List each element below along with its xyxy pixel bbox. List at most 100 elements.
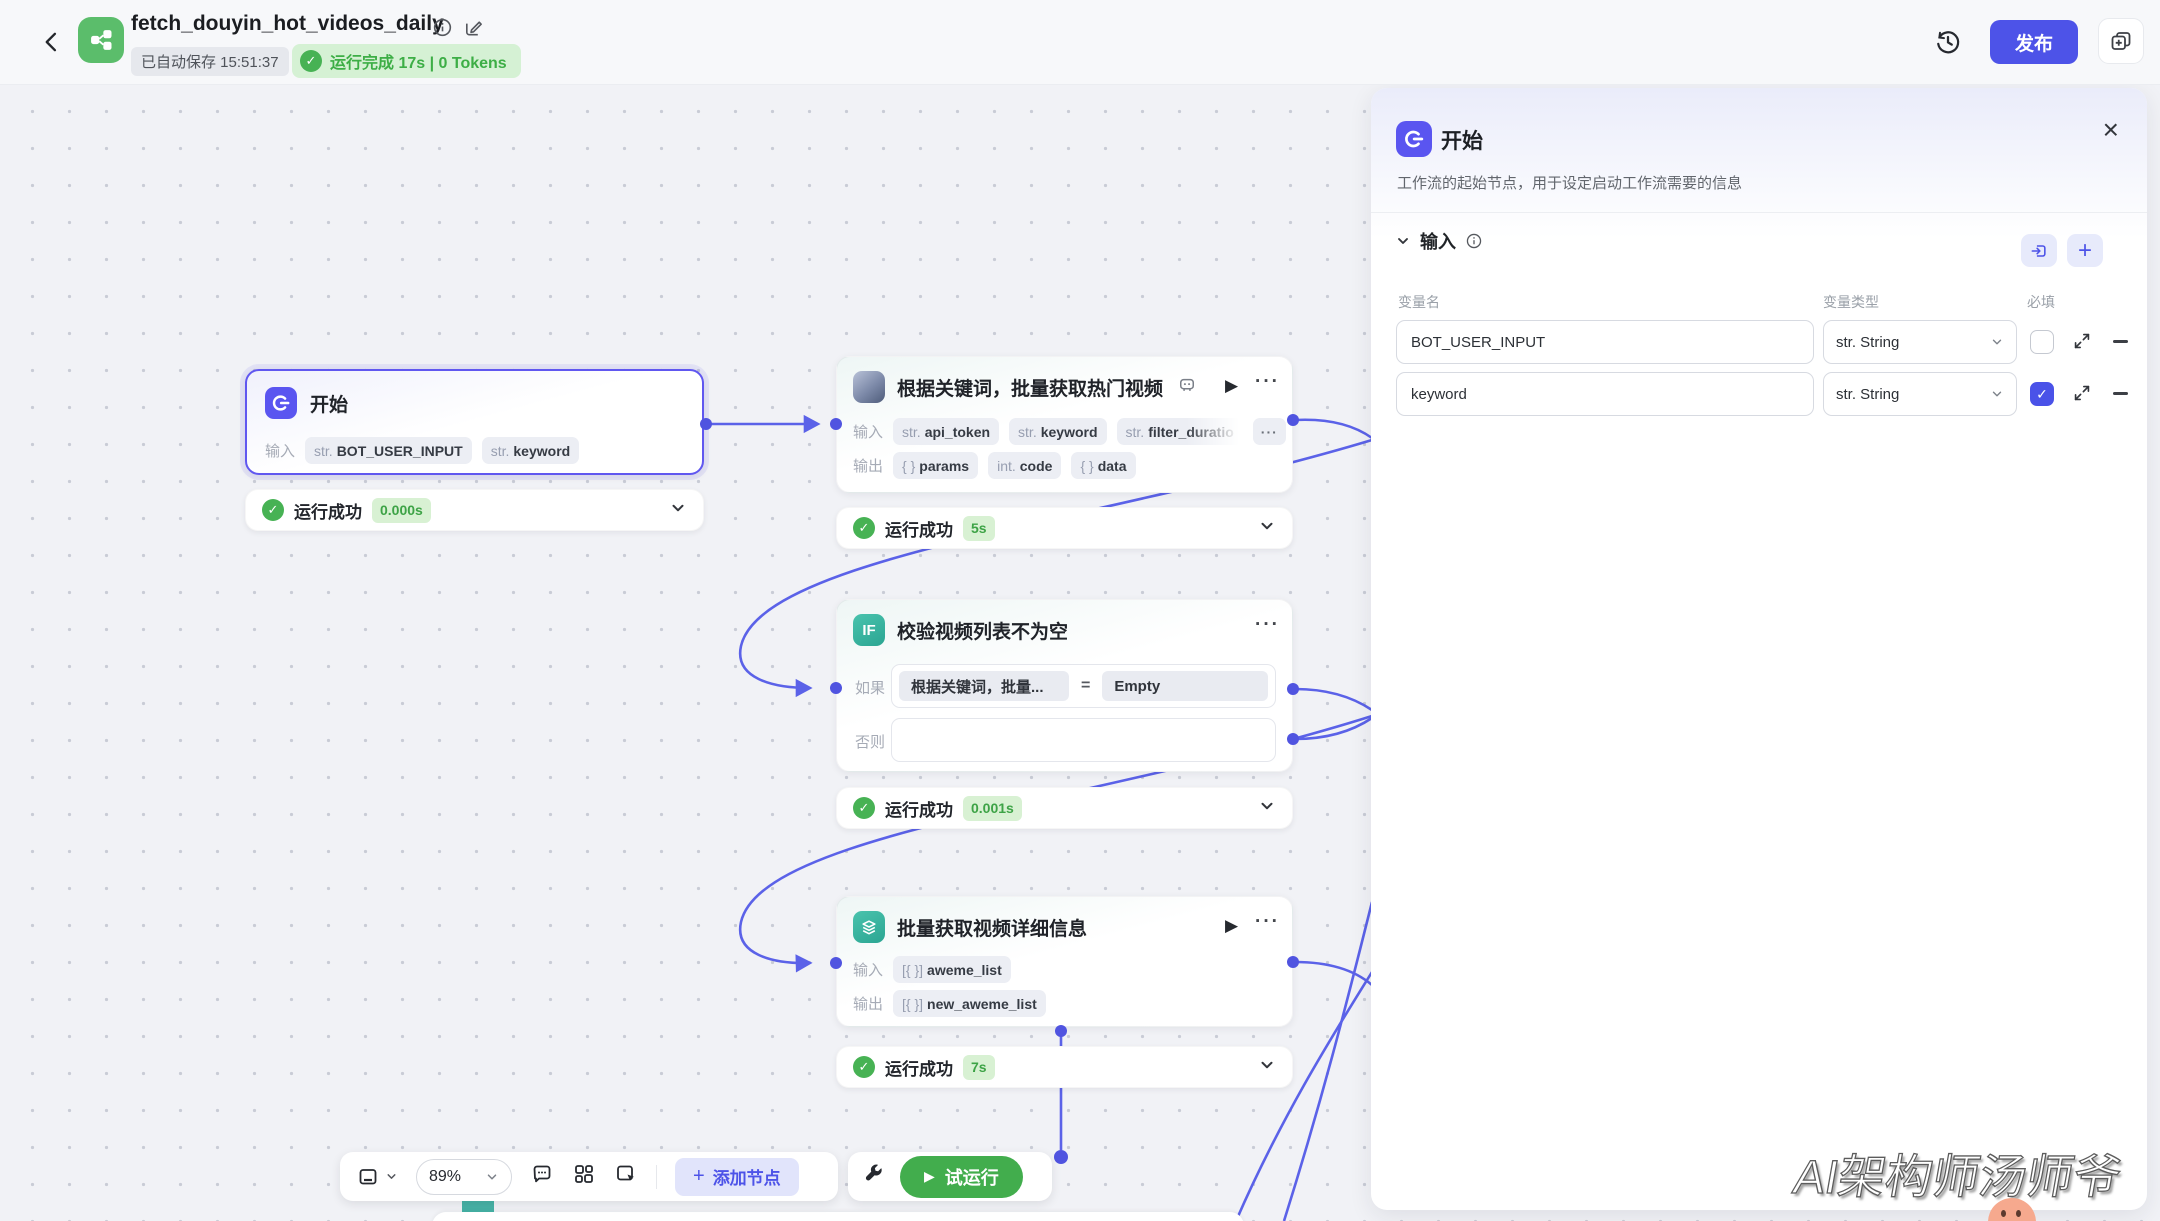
import-variables-button[interactable] <box>2021 234 2057 267</box>
start-node-icon <box>265 387 297 419</box>
more-vars-pill[interactable]: ··· <box>1253 418 1286 445</box>
var-pill: int.code <box>988 452 1061 479</box>
panel-title: 开始 <box>1441 125 1483 155</box>
var-pill: str.api_token <box>893 418 999 445</box>
node-menu-button[interactable]: ··· <box>1255 911 1280 933</box>
if-condition-box[interactable]: 根据关键词，批量... = Empty <box>891 664 1276 708</box>
variable-type-select[interactable]: str. String <box>1823 320 2017 364</box>
if-node-icon: IF <box>853 614 885 646</box>
var-pill: { }data <box>1071 452 1135 479</box>
test-run-button[interactable]: ▶ 试运行 <box>900 1156 1023 1198</box>
required-checkbox[interactable] <box>2030 330 2054 354</box>
edit-title-icon[interactable] <box>463 17 484 43</box>
start-status-bar[interactable]: ✓ 运行成功 0.000s <box>245 489 704 531</box>
expand-icon[interactable] <box>2071 382 2093 409</box>
node-if-check[interactable]: IF 校验视频列表不为空 ··· 如果 根据关键词，批量... = Empty … <box>836 599 1293 772</box>
panel-description: 工作流的起始节点，用于设定启动工作流需要的信息 <box>1397 172 1742 193</box>
expand-icon[interactable] <box>2071 330 2093 357</box>
column-name: 变量名 <box>1398 292 1440 312</box>
comment-icon[interactable] <box>530 1162 554 1191</box>
close-icon[interactable]: × <box>2103 116 2119 144</box>
inputs-label: 输入 <box>853 959 883 980</box>
autosave-badge: 已自动保存 15:51:37 <box>131 47 289 76</box>
watermark: AI架构师汤师爷 <box>1789 1138 2128 1207</box>
status-time: 0.001s <box>963 796 1022 821</box>
chevron-down-icon[interactable] <box>1395 233 1411 249</box>
success-check-icon: ✓ <box>853 797 875 819</box>
partial-node-card[interactable] <box>432 1212 1244 1221</box>
run-node-button[interactable]: ▶ <box>1225 376 1238 396</box>
chevron-down-icon[interactable] <box>669 499 687 522</box>
node-title: 开始 <box>310 390 348 417</box>
var-pill: str.keyword <box>482 437 579 464</box>
chevron-down-icon <box>1990 387 2004 401</box>
history-icon[interactable] <box>1933 27 1963 62</box>
toolbar-divider <box>656 1165 657 1189</box>
input-section-header[interactable]: 输入 <box>1395 228 1483 254</box>
remove-variable-button[interactable] <box>2113 340 2128 343</box>
node-library-icon[interactable] <box>572 1162 596 1191</box>
else-branch-box[interactable] <box>891 718 1276 762</box>
node-menu-button[interactable]: ··· <box>1255 614 1280 636</box>
info-icon[interactable] <box>432 17 453 43</box>
node-menu-button[interactable]: ··· <box>1255 371 1280 393</box>
node-title: 校验视频列表不为空 <box>897 617 1068 644</box>
plus-icon: + <box>693 1165 705 1188</box>
zoom-select[interactable]: 89% <box>416 1159 512 1195</box>
batch-status-bar[interactable]: ✓ 运行成功 7s <box>836 1046 1293 1088</box>
condition-right-operand[interactable]: Empty <box>1102 671 1268 701</box>
workflow-editor: 开始 输入 str.BOT_USER_INPUT str.keyword ✓ 运… <box>0 0 2160 1221</box>
outputs-label: 输出 <box>853 993 883 1014</box>
back-button[interactable] <box>38 28 66 61</box>
required-checkbox[interactable]: ✓ <box>2030 382 2054 406</box>
zoom-level: 89% <box>429 1168 461 1186</box>
chevron-down-icon[interactable] <box>1258 797 1276 820</box>
run-complete-badge[interactable]: ✓ 运行完成 17s | 0 Tokens <box>292 44 521 78</box>
status-time: 0.000s <box>372 498 431 523</box>
status-label: 运行成功 <box>294 498 362 523</box>
minimap-toggle[interactable] <box>356 1165 398 1189</box>
status-label: 运行成功 <box>885 1055 953 1080</box>
run-node-button[interactable]: ▶ <box>1225 916 1238 936</box>
start-node-config-panel: 开始 × 工作流的起始节点，用于设定启动工作流需要的信息 输入 + 变量名 变量… <box>1371 88 2147 1210</box>
status-time: 5s <box>963 516 995 541</box>
remove-variable-button[interactable] <box>2113 392 2128 395</box>
divider <box>1371 212 2147 213</box>
status-label: 运行成功 <box>885 796 953 821</box>
variable-name-input[interactable] <box>1396 372 1814 416</box>
chevron-down-icon[interactable] <box>1258 517 1276 540</box>
add-node-button[interactable]: + 添加节点 <box>675 1158 799 1196</box>
var-pill: { }params <box>893 452 978 479</box>
condition-left-operand[interactable]: 根据关键词，批量... <box>899 671 1069 701</box>
top-bar: fetch_douyin_hot_videos_daily 已自动保存 15:5… <box>0 0 2160 85</box>
chevron-down-icon[interactable] <box>1258 1056 1276 1079</box>
start-node-icon <box>1396 121 1432 157</box>
debug-wrench-icon[interactable] <box>862 1162 886 1191</box>
node-start[interactable]: 开始 输入 str.BOT_USER_INPUT str.keyword <box>245 369 704 475</box>
fetch-status-bar[interactable]: ✓ 运行成功 5s <box>836 507 1293 549</box>
workflow-app-icon <box>78 17 124 63</box>
variable-name-input[interactable] <box>1396 320 1814 364</box>
var-pill: [{ }]new_aweme_list <box>893 990 1046 1017</box>
status-time: 7s <box>963 1055 995 1080</box>
variable-type-select[interactable]: str. String <box>1823 372 2017 416</box>
chevron-down-icon <box>1990 335 2004 349</box>
status-label: 运行成功 <box>885 516 953 541</box>
condition-operator[interactable]: = <box>1081 677 1090 695</box>
panel-gradient <box>1371 88 2147 238</box>
inputs-label: 输入 <box>265 440 295 461</box>
outputs-label: 输出 <box>853 455 883 476</box>
var-pill: str.BOT_USER_INPUT <box>305 437 472 464</box>
section-label: 输入 <box>1420 228 1456 254</box>
if-status-bar[interactable]: ✓ 运行成功 0.001s <box>836 787 1293 829</box>
info-icon[interactable] <box>1465 232 1483 250</box>
column-required: 必填 <box>2027 292 2055 312</box>
duplicate-window-button[interactable] <box>2098 18 2144 64</box>
node-batch-details[interactable]: 批量获取视频详细信息 ▶ ··· 输入 [{ }]aweme_list 输出 [… <box>836 896 1293 1027</box>
node-fetch-videos[interactable]: 根据关键词，批量获取热门视频 ▶ ··· 输入 str.api_token st… <box>836 356 1293 493</box>
publish-button[interactable]: 发布 <box>1990 20 2078 64</box>
auto-layout-icon[interactable] <box>614 1162 638 1191</box>
if-label: 如果 <box>855 677 885 698</box>
add-variable-button[interactable]: + <box>2067 234 2103 267</box>
inputs-label: 输入 <box>853 421 883 442</box>
